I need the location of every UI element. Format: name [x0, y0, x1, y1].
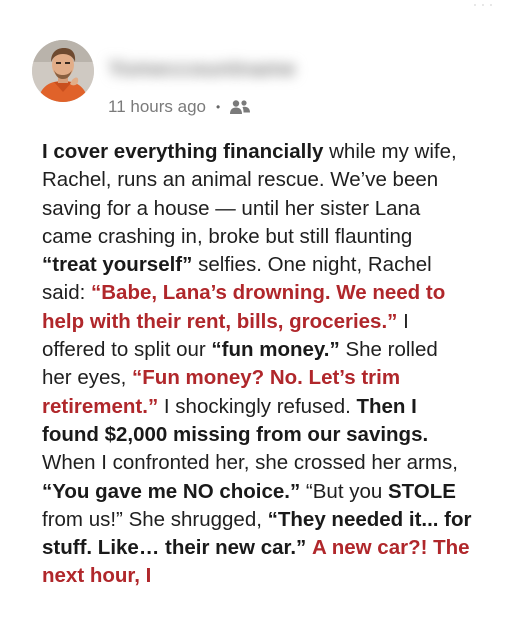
post-text: I cover everything financially while my … [42, 138, 472, 591]
emphasis-quote: “Babe, Lana’s drowning. We need to help … [42, 281, 446, 333]
avatar-man-orange-shirt-icon [32, 40, 94, 102]
bold-text: “You gave me NO choice.” [42, 479, 301, 503]
post-header: Yomeccountname 11 hours ago • [32, 40, 492, 120]
author-name[interactable]: Yomeccountname [108, 56, 344, 82]
post-time[interactable]: 11 hours ago [108, 97, 206, 117]
body-text: “But you [300, 479, 388, 503]
bold-text: STOLE [387, 479, 456, 503]
body-text: When I confronted her, she crossed her a… [42, 451, 458, 475]
body-text: I shockingly refused. [158, 394, 357, 418]
friends-icon[interactable] [229, 99, 251, 115]
more-options-icon[interactable]: ··· [472, 0, 502, 13]
meta-separator: • [215, 100, 221, 114]
bold-text: “treat yourself” [42, 253, 193, 277]
bold-text: I cover everything financially [42, 140, 324, 163]
body-text: from us!” She shrugged, [42, 507, 268, 531]
bold-text: “fun money.” [211, 338, 340, 362]
avatar[interactable] [32, 40, 94, 102]
post-meta: 11 hours ago • [108, 96, 251, 118]
